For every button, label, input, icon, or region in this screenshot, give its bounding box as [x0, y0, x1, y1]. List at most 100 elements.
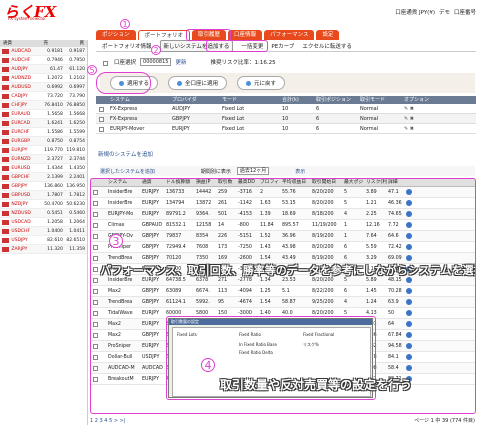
sidebar-rate-row[interactable]: NZDUSD 0.5451 0.5460 [0, 209, 87, 218]
row-edit-icon[interactable]: ✎ ✖ [404, 124, 414, 133]
pagination-links[interactable]: 1 2 3 4 5 > >| [90, 418, 126, 424]
portfolio-row[interactable]: FX-Express AUDJPY Fixed Lot 10 6 Normal ✎ ✖ [96, 104, 476, 114]
row-total: 10 [282, 116, 289, 122]
sidebar-rate-row[interactable]: NZDJPY 50.4700 50.6230 [0, 200, 87, 209]
sidebar-rate-row[interactable]: CADJPY 73.720 73.790 [0, 92, 87, 101]
rate-ask: 136.950 [66, 183, 85, 189]
rate-pair: GBPCHF [11, 174, 30, 180]
sidebar-rate-row[interactable]: USDJPY 82.610 82.6510 [0, 236, 87, 245]
apply-all-button[interactable]: 全口座に適用 [168, 76, 228, 90]
rate-pair: EURJPY [11, 147, 28, 153]
rate-pair: AUDNZD [11, 75, 32, 81]
rate-ask: 119.810 [66, 147, 85, 153]
flag-icon [2, 129, 10, 135]
period-refresh-link[interactable]: 表示 [295, 168, 305, 175]
tab-performance[interactable]: パフォーマンス [264, 30, 315, 40]
sidebar-rate-row[interactable]: USDCAD 1.2058 1.2064 [0, 218, 87, 227]
sidebar-rate-row[interactable]: AUDNZD 1.2072 1.2102 [0, 74, 87, 83]
sidebar-header-ask: 買 [79, 41, 85, 46]
rate-pair: AUDJPY [11, 66, 28, 72]
grid-col-system: システム [110, 97, 130, 103]
sidebar-rate-row[interactable]: EURUSD 1.4344 1.4350 [0, 164, 87, 173]
sidebar-rate-row[interactable]: GBPCHF 2.1399 2.2401 [0, 173, 87, 182]
account-currency[interactable]: 口座通貨 JPY(¥) [395, 8, 435, 16]
add-selected-link[interactable]: 選択したシステムを追加 [100, 168, 155, 175]
sidebar-rate-row[interactable]: AUDUSD 0.6992 0.6997 [0, 83, 87, 92]
sidebar-rate-row[interactable]: USDCHF 1.0400 1.0411 [0, 227, 87, 236]
grid-col-mode: モード [222, 97, 238, 103]
row-edit-icon[interactable]: ✎ ✖ [404, 104, 414, 113]
sidebar-rate-row[interactable]: AUDJPY 61.47 61.120 [0, 65, 87, 74]
row-checkbox[interactable] [99, 127, 104, 132]
sidebar-rate-row[interactable]: EURNZD 2.3727 2.3744 [0, 155, 87, 164]
row-checkbox[interactable] [99, 117, 104, 122]
sidebar-header-pair: 通貨 [3, 41, 12, 46]
row-edit-icon[interactable]: ✎ ✖ [404, 114, 414, 123]
rate-ask: 1.2064 [69, 219, 85, 225]
flag-icon [2, 165, 10, 171]
sidebar-rate-row[interactable]: EURCAD 1.6241 1.6250 [0, 119, 87, 128]
rate-sidebar: 通貨 売 買 AUDCAD 0.9181 0.9187 AUDCHF 0.7946 0.7… [0, 40, 88, 425]
sidebar-rate-row[interactable]: EURCHF 1.5586 1.5599 [0, 128, 87, 137]
row-mode: Fixed Lot [222, 106, 245, 112]
row-provider: GBPJPY [172, 116, 190, 122]
tab-positions[interactable]: ポジション [96, 30, 136, 40]
sidebar-rate-row[interactable]: CHFJPY 76.8410 76.8850 [0, 101, 87, 110]
rate-bid: 0.8750 [47, 138, 63, 144]
sidebar-rate-row[interactable]: EURAUD 1.5658 1.5668 [0, 110, 87, 119]
tab-account[interactable]: 口座情報 [228, 30, 263, 40]
sidebar-rate-row[interactable]: GBPUSD 1.7807 1.7812 [0, 191, 87, 200]
rate-bid: 76.8410 [44, 102, 63, 108]
flag-icon [2, 201, 10, 207]
account-dropdown[interactable]: 00000815 [140, 58, 172, 66]
sidebar-rate-row[interactable]: EURJPY 119.770 119.810 [0, 146, 87, 155]
rate-pair: USDCAD [11, 219, 31, 225]
main-tabs: ポジション ポートフォリオ 取引履歴 口座情報 パフォーマンス 設定 [96, 30, 476, 40]
revert-button[interactable]: 元に戻す [237, 76, 286, 90]
subnav-pe-curve[interactable]: PEカーブ [271, 42, 294, 50]
subnav-portfolio-info[interactable]: ポートフォリオ情報 [102, 42, 152, 50]
account-select-checkbox[interactable] [103, 61, 108, 66]
account-number[interactable]: 口座番号 [454, 8, 476, 16]
rate-bid: 2.1399 [47, 174, 63, 180]
sidebar-rate-row[interactable]: EURGBP 0.8750 0.8754 [0, 137, 87, 146]
flag-icon [2, 183, 10, 189]
portfolio-row[interactable]: FX-Express GBPJPY Fixed Lot 10 6 Normal ✎ ✖ [96, 114, 476, 124]
period-dropdown[interactable]: 過去12ヶ月 [236, 167, 270, 175]
logo-subtitle: FX system selector [8, 16, 47, 21]
rate-bid: 1.2072 [47, 75, 63, 81]
revert-icon [246, 80, 252, 86]
row-trade-mode: Normal [360, 116, 379, 122]
account-refresh-link[interactable]: 更新 [175, 58, 186, 66]
rate-pair: USDCHF [11, 228, 31, 234]
annotation-number-3: 3 [109, 234, 123, 248]
row-total: 10 [282, 106, 289, 112]
subnav-export-excel[interactable]: エクセルに転送する [302, 42, 352, 50]
annotation-number-1: 1 [120, 19, 130, 29]
rate-ask: 0.9187 [69, 48, 85, 54]
annotation-number-5: 5 [87, 65, 97, 75]
row-checkbox[interactable] [99, 107, 104, 112]
account-demo[interactable]: デモ [439, 8, 450, 16]
sidebar-rate-row[interactable]: AUDCAD 0.9181 0.9187 [0, 47, 87, 56]
rate-ask: 0.6997 [69, 84, 85, 90]
rate-pair: GBPUSD [11, 192, 31, 198]
rate-pair: NZDUSD [11, 210, 31, 216]
sidebar-header: 通貨 売 買 [0, 40, 87, 47]
grid-col-trade-mode: 取引モード [360, 97, 386, 103]
row-provider: AUDJPY [172, 106, 191, 112]
sidebar-rate-row[interactable]: ZARJPY 11.320 11.359 [0, 245, 87, 254]
rate-pair: CHFJPY [11, 102, 28, 108]
rate-ask: 1.4350 [69, 165, 85, 171]
rate-ask: 0.5460 [69, 210, 85, 216]
row-system: FX-Express [110, 116, 138, 122]
rate-ask: 1.7812 [69, 192, 85, 198]
flag-icon [2, 66, 10, 72]
rate-pair: NZDJPY [11, 201, 28, 207]
sidebar-rate-row[interactable]: AUDCHF 0.7946 0.7950 [0, 56, 87, 65]
portfolio-row[interactable]: EURJPY-Mover EURJPY Fixed Lot 10 6 Normal ✎ ✖ [96, 124, 476, 134]
sidebar-rate-row[interactable]: GBPJPY 136.860 136.950 [0, 182, 87, 191]
rate-bid: 1.7807 [47, 192, 63, 198]
tab-settings[interactable]: 設定 [316, 30, 340, 40]
tab-portfolio[interactable]: ポートフォリオ [137, 30, 191, 40]
